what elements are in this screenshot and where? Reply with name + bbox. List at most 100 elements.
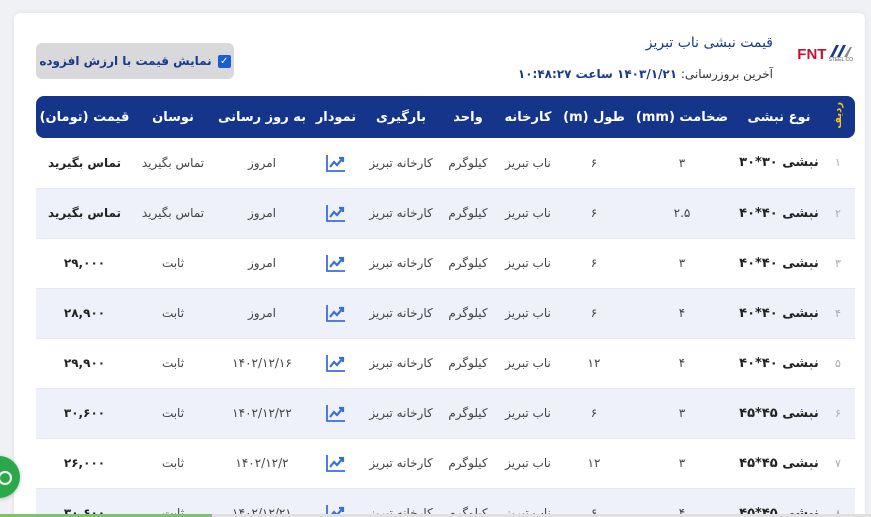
angle-type: نبشی ۴۰*۴۰	[737, 288, 821, 339]
row-number: ۷	[821, 438, 855, 489]
angle-type: نبشی ۴۵*۴۵	[737, 388, 821, 439]
update-date: امروز	[213, 288, 311, 339]
length: ۱۲	[561, 438, 627, 489]
brand-logo[interactable]: FNT STEEL CO	[797, 45, 853, 63]
row-number: ۸	[821, 488, 855, 517]
thickness: ۴	[627, 288, 737, 339]
chart-cell[interactable]	[311, 438, 361, 489]
update-date: ۱۴۰۲/۱۲/۲۲	[213, 388, 311, 439]
factory: ناب تبریز	[495, 338, 561, 389]
col-updated: به روز رسانی	[217, 109, 307, 125]
unit: کیلوگرم	[441, 138, 495, 189]
trending-up-chart-icon[interactable]	[326, 354, 346, 372]
update-date: امروز	[213, 238, 311, 289]
chart-cell[interactable]	[311, 238, 361, 289]
thickness: ۳	[627, 438, 737, 489]
thickness: ۴	[627, 338, 737, 389]
vat-price-toggle[interactable]: ✓ نمایش قیمت با ارزش افزوده	[36, 43, 234, 79]
length: ۶	[561, 138, 627, 189]
unit: کیلوگرم	[441, 488, 495, 517]
update-date: ۱۴۰۲/۱۲/۱۶	[213, 338, 311, 389]
loading-place: کارخانه تبریز	[361, 388, 441, 439]
price-table-wrapper: ردیف نوع نبشی ضخامت (mm) طول (m) کارخانه…	[36, 96, 855, 517]
factory: ناب تبریز	[495, 488, 561, 517]
last-updated-value: ۱۴۰۳/۱/۲۱ ساعت ۱۰:۴۸:۲۷	[517, 67, 678, 81]
thickness: ۳	[627, 388, 737, 439]
logo-shape-icon	[829, 45, 852, 57]
table-row[interactable]: ۸ نبشی ۴۵*۴۵ ۴ ۶ ناب تبریز کیلوگرم کارخانه تبر…	[36, 488, 855, 517]
length: ۶	[561, 288, 627, 339]
fluctuation: ثابت	[133, 438, 213, 489]
trending-up-chart-icon[interactable]	[326, 404, 346, 422]
chart-cell[interactable]	[311, 138, 361, 189]
table-row[interactable]: ۷ نبشی ۴۵*۴۵ ۳ ۱۲ ناب تبریز کیلوگرم کارخانه تب…	[36, 438, 855, 489]
price: ۲۸,۹۰۰	[36, 288, 133, 339]
fluctuation: تماس بگیرید	[133, 138, 213, 189]
table-row[interactable]: ۳ نبشی ۴۰*۴۰ ۳ ۶ ناب تبریز کیلوگرم کارخانه تبر…	[36, 238, 855, 289]
unit: کیلوگرم	[441, 388, 495, 439]
unit: کیلوگرم	[441, 438, 495, 489]
col-chart: نمودار	[315, 109, 357, 125]
checkbox-checked-icon[interactable]: ✓	[217, 54, 231, 68]
fluctuation: ثابت	[133, 488, 213, 517]
trending-up-chart-icon[interactable]	[326, 454, 346, 472]
row-number: ۵	[821, 338, 855, 389]
update-date: ۱۴۰۲/۱۲/۲	[213, 438, 311, 489]
col-length: طول (m)	[563, 109, 625, 125]
angle-type: نبشی ۴۰*۴۰	[737, 188, 821, 239]
chart-cell[interactable]	[311, 388, 361, 439]
price: ۲۹,۹۰۰	[36, 338, 133, 389]
price: ۳۰,۶۰۰	[36, 388, 133, 439]
update-date: ۱۴۰۲/۱۲/۲۱	[213, 488, 311, 517]
price: تماس بگیرید	[36, 188, 133, 239]
row-number: ۶	[821, 388, 855, 439]
table-row[interactable]: ۶ نبشی ۴۵*۴۵ ۳ ۶ ناب تبریز کیلوگرم کارخانه تبر…	[36, 388, 855, 439]
thickness: ۴	[627, 488, 737, 517]
logo-text: FNT	[797, 45, 827, 63]
thickness: ۳	[627, 238, 737, 289]
last-updated-label: آخرین بروزرسانی:	[680, 67, 773, 81]
length: ۶	[561, 388, 627, 439]
unit: کیلوگرم	[441, 238, 495, 289]
chart-cell[interactable]	[311, 338, 361, 389]
table-row[interactable]: ۲ نبشی ۴۰*۴۰ ۲.۵ ۶ ناب تبریز کیلوگرم کارخانه ت…	[36, 188, 855, 239]
trending-up-chart-icon[interactable]	[326, 204, 346, 222]
fluctuation: ثابت	[133, 238, 213, 289]
length: ۶	[561, 238, 627, 289]
loading-place: کارخانه تبریز	[361, 338, 441, 389]
chart-cell[interactable]	[311, 488, 361, 517]
chart-cell[interactable]	[311, 288, 361, 339]
angle-type: نبشی ۴۰*۴۰	[737, 338, 821, 389]
chart-cell[interactable]	[311, 188, 361, 239]
price-table: ردیف نوع نبشی ضخامت (mm) طول (m) کارخانه…	[36, 96, 855, 517]
col-type: نوع نبشی	[747, 109, 811, 125]
loading-place: کارخانه تبریز	[361, 288, 441, 339]
angle-type: نبشی ۳۰*۳۰	[737, 138, 821, 189]
price: ۲۶,۰۰۰	[36, 438, 133, 489]
col-price: قیمت (تومان)	[39, 109, 130, 125]
price: ۲۹,۰۰۰	[36, 238, 133, 289]
row-number: ۳	[821, 238, 855, 289]
loading-place: کارخانه تبریز	[361, 188, 441, 239]
table-row[interactable]: ۱ نبشی ۳۰*۳۰ ۳ ۶ ناب تبریز کیلوگرم کارخانه تبر…	[36, 138, 855, 189]
table-header: ردیف نوع نبشی ضخامت (mm) طول (m) کارخانه…	[36, 96, 855, 138]
col-thickness: ضخامت (mm)	[635, 109, 729, 125]
trending-up-chart-icon[interactable]	[326, 154, 346, 172]
last-updated: آخرین بروزرسانی: ۱۴۰۳/۱/۲۱ ساعت ۱۰:۴۸:۲۷	[518, 67, 773, 81]
col-radif: ردیف	[832, 101, 844, 129]
fluctuation: تماس بگیرید	[133, 188, 213, 239]
loading-place: کارخانه تبریز	[361, 238, 441, 289]
factory: ناب تبریز	[495, 238, 561, 289]
factory: ناب تبریز	[495, 138, 561, 189]
thickness: ۳	[627, 138, 737, 189]
col-loading: بارگیری	[375, 109, 427, 125]
table-row[interactable]: ۴ نبشی ۴۰*۴۰ ۴ ۶ ناب تبریز کیلوگرم کارخانه تبر…	[36, 288, 855, 339]
col-factory: کارخانه	[504, 109, 552, 125]
col-fluctuation: نوسان	[152, 109, 194, 125]
trending-up-chart-icon[interactable]	[326, 304, 346, 322]
logo-mark: STEEL CO	[828, 45, 853, 63]
table-row[interactable]: ۵ نبشی ۴۰*۴۰ ۴ ۱۲ ناب تبریز کیلوگرم کارخانه تب…	[36, 338, 855, 389]
thickness: ۲.۵	[627, 188, 737, 239]
factory: ناب تبریز	[495, 388, 561, 439]
trending-up-chart-icon[interactable]	[326, 254, 346, 272]
